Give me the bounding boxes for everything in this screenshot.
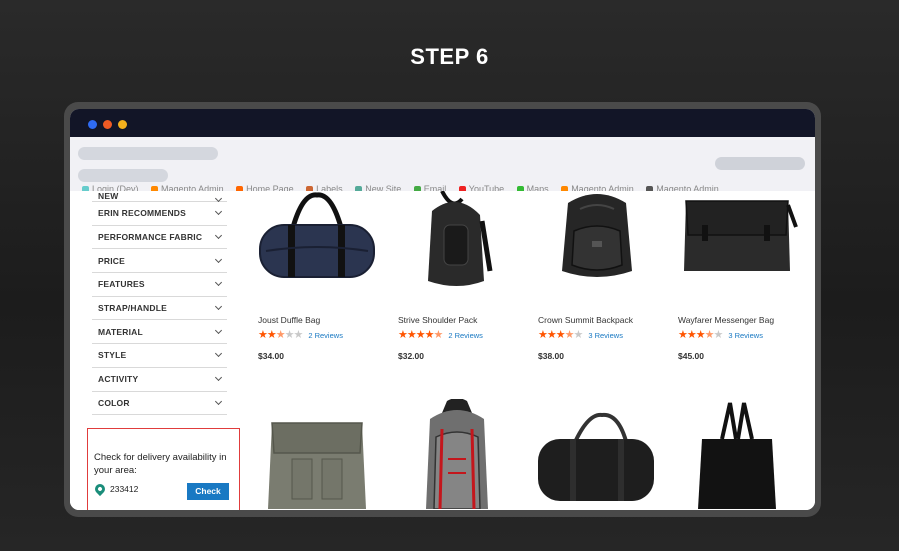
- filter-color[interactable]: COLOR: [92, 392, 227, 416]
- product-card[interactable]: [392, 399, 522, 509]
- tab-placeholder: [78, 169, 168, 182]
- pincode-input[interactable]: 233412: [110, 484, 138, 494]
- location-pin-icon: [92, 481, 108, 497]
- product-rating: ★★★★★ 3 Reviews: [538, 330, 623, 341]
- filter-label: STYLE: [98, 350, 127, 361]
- filter-features[interactable]: FEATURES: [92, 273, 227, 297]
- chevron-down-icon: [214, 350, 223, 358]
- product-rating: ★★★★★ 2 Reviews: [398, 330, 483, 341]
- reviews-link[interactable]: 3 Reviews: [728, 331, 763, 340]
- chevron-down-icon: [214, 255, 223, 263]
- browser-window: Login (Dev) Magento Admin Home Page Labe…: [70, 109, 815, 510]
- delivery-input-row: 233412 Check: [92, 481, 233, 500]
- duffle-bag-navy-icon[interactable]: [252, 191, 382, 301]
- step-title: STEP 6: [410, 44, 489, 69]
- product-name[interactable]: Crown Summit Backpack: [538, 315, 633, 325]
- browser-toolbar: [70, 137, 815, 191]
- page-content: NEW ERIN RECOMMENDS PERFORMANCE FABRIC P…: [70, 191, 815, 510]
- product-name[interactable]: Joust Duffle Bag: [258, 315, 320, 325]
- reviews-link[interactable]: 3 Reviews: [588, 331, 623, 340]
- product-price: $38.00: [538, 351, 564, 361]
- product-card[interactable]: [672, 399, 802, 509]
- product-name[interactable]: Strive Shoulder Pack: [398, 315, 477, 325]
- close-dot[interactable]: [88, 120, 97, 129]
- chevron-down-icon: [214, 208, 223, 216]
- filter-label: MATERIAL: [98, 326, 143, 337]
- messenger-bag-gray-icon[interactable]: [252, 409, 382, 509]
- minimize-dot[interactable]: [103, 120, 112, 129]
- filter-sidebar: NEW ERIN RECOMMENDS PERFORMANCE FABRIC P…: [92, 191, 227, 416]
- check-button[interactable]: Check: [187, 483, 229, 500]
- messenger-bag-black-icon[interactable]: [672, 191, 802, 301]
- product-card[interactable]: [252, 409, 382, 510]
- product-card[interactable]: Crown Summit Backpack ★★★★★ 3 Reviews $3…: [532, 191, 662, 371]
- product-card[interactable]: Joust Duffle Bag ★★★★★ 2 Reviews $34.00: [252, 191, 382, 371]
- chevron-down-icon: [214, 397, 223, 405]
- filter-material[interactable]: MATERIAL: [92, 320, 227, 345]
- rating-stars: ★★★★★: [398, 329, 443, 341]
- product-price: $45.00: [678, 351, 704, 361]
- chevron-down-icon: [214, 303, 223, 311]
- filter-performance-fabric[interactable]: PERFORMANCE FABRIC: [92, 226, 227, 250]
- delivery-prompt: Check for delivery availability in your …: [94, 452, 227, 476]
- filter-style[interactable]: STYLE: [92, 344, 227, 368]
- filter-label: NEW: [98, 191, 119, 201]
- backpack-black-icon[interactable]: [532, 191, 662, 301]
- delivery-check-widget: Check for delivery availability in your …: [87, 428, 240, 510]
- product-grid: Joust Duffle Bag ★★★★★ 2 Reviews $34.00: [252, 191, 812, 510]
- address-bar-placeholder: [78, 147, 218, 160]
- filter-strap-handle[interactable]: STRAP/HANDLE: [92, 297, 227, 321]
- toolbar-actions-placeholder: [715, 157, 805, 170]
- duffle-bag-black-icon[interactable]: [532, 409, 662, 509]
- filter-label: PRICE: [98, 255, 125, 266]
- rating-stars: ★★★★★: [678, 329, 723, 341]
- product-rating: ★★★★★ 3 Reviews: [678, 330, 763, 341]
- sling-backpack-black-icon[interactable]: [392, 191, 522, 301]
- rating-stars: ★★★★★: [538, 329, 583, 341]
- chevron-down-icon: [214, 374, 223, 382]
- filter-label: ACTIVITY: [98, 374, 139, 385]
- rating-stars: ★★★★★: [258, 329, 303, 341]
- backpack-red-gray-icon[interactable]: [392, 399, 522, 509]
- product-card[interactable]: Wayfarer Messenger Bag ★★★★★ 3 Reviews $…: [672, 191, 802, 371]
- maximize-dot[interactable]: [118, 120, 127, 129]
- chevron-down-icon: [214, 194, 223, 203]
- filter-erin-recommends[interactable]: ERIN RECOMMENDS: [92, 202, 227, 226]
- filter-label: PERFORMANCE FABRIC: [98, 232, 203, 243]
- filter-label: FEATURES: [98, 279, 145, 290]
- reviews-link[interactable]: 2 Reviews: [308, 331, 343, 340]
- browser-titlebar: [70, 109, 815, 137]
- filter-new[interactable]: NEW: [92, 191, 227, 203]
- product-name[interactable]: Wayfarer Messenger Bag: [678, 315, 774, 325]
- product-rating: ★★★★★ 2 Reviews: [258, 330, 343, 341]
- product-price: $34.00: [258, 351, 284, 361]
- product-price: $32.00: [398, 351, 424, 361]
- reviews-link[interactable]: 2 Reviews: [448, 331, 483, 340]
- filter-activity[interactable]: ACTIVITY: [92, 368, 227, 392]
- chevron-down-icon: [214, 279, 223, 287]
- filter-label: STRAP/HANDLE: [98, 303, 167, 314]
- screenshot-frame: Login (Dev) Magento Admin Home Page Labe…: [64, 102, 821, 517]
- tote-bag-black-icon[interactable]: [672, 399, 802, 509]
- filter-label: ERIN RECOMMENDS: [98, 208, 187, 219]
- product-card[interactable]: [532, 409, 662, 510]
- product-card[interactable]: Strive Shoulder Pack ★★★★★ 2 Reviews $32…: [392, 191, 522, 371]
- chevron-down-icon: [214, 231, 223, 240]
- filter-label: COLOR: [98, 397, 130, 408]
- filter-price[interactable]: PRICE: [92, 249, 227, 274]
- chevron-down-icon: [214, 326, 223, 334]
